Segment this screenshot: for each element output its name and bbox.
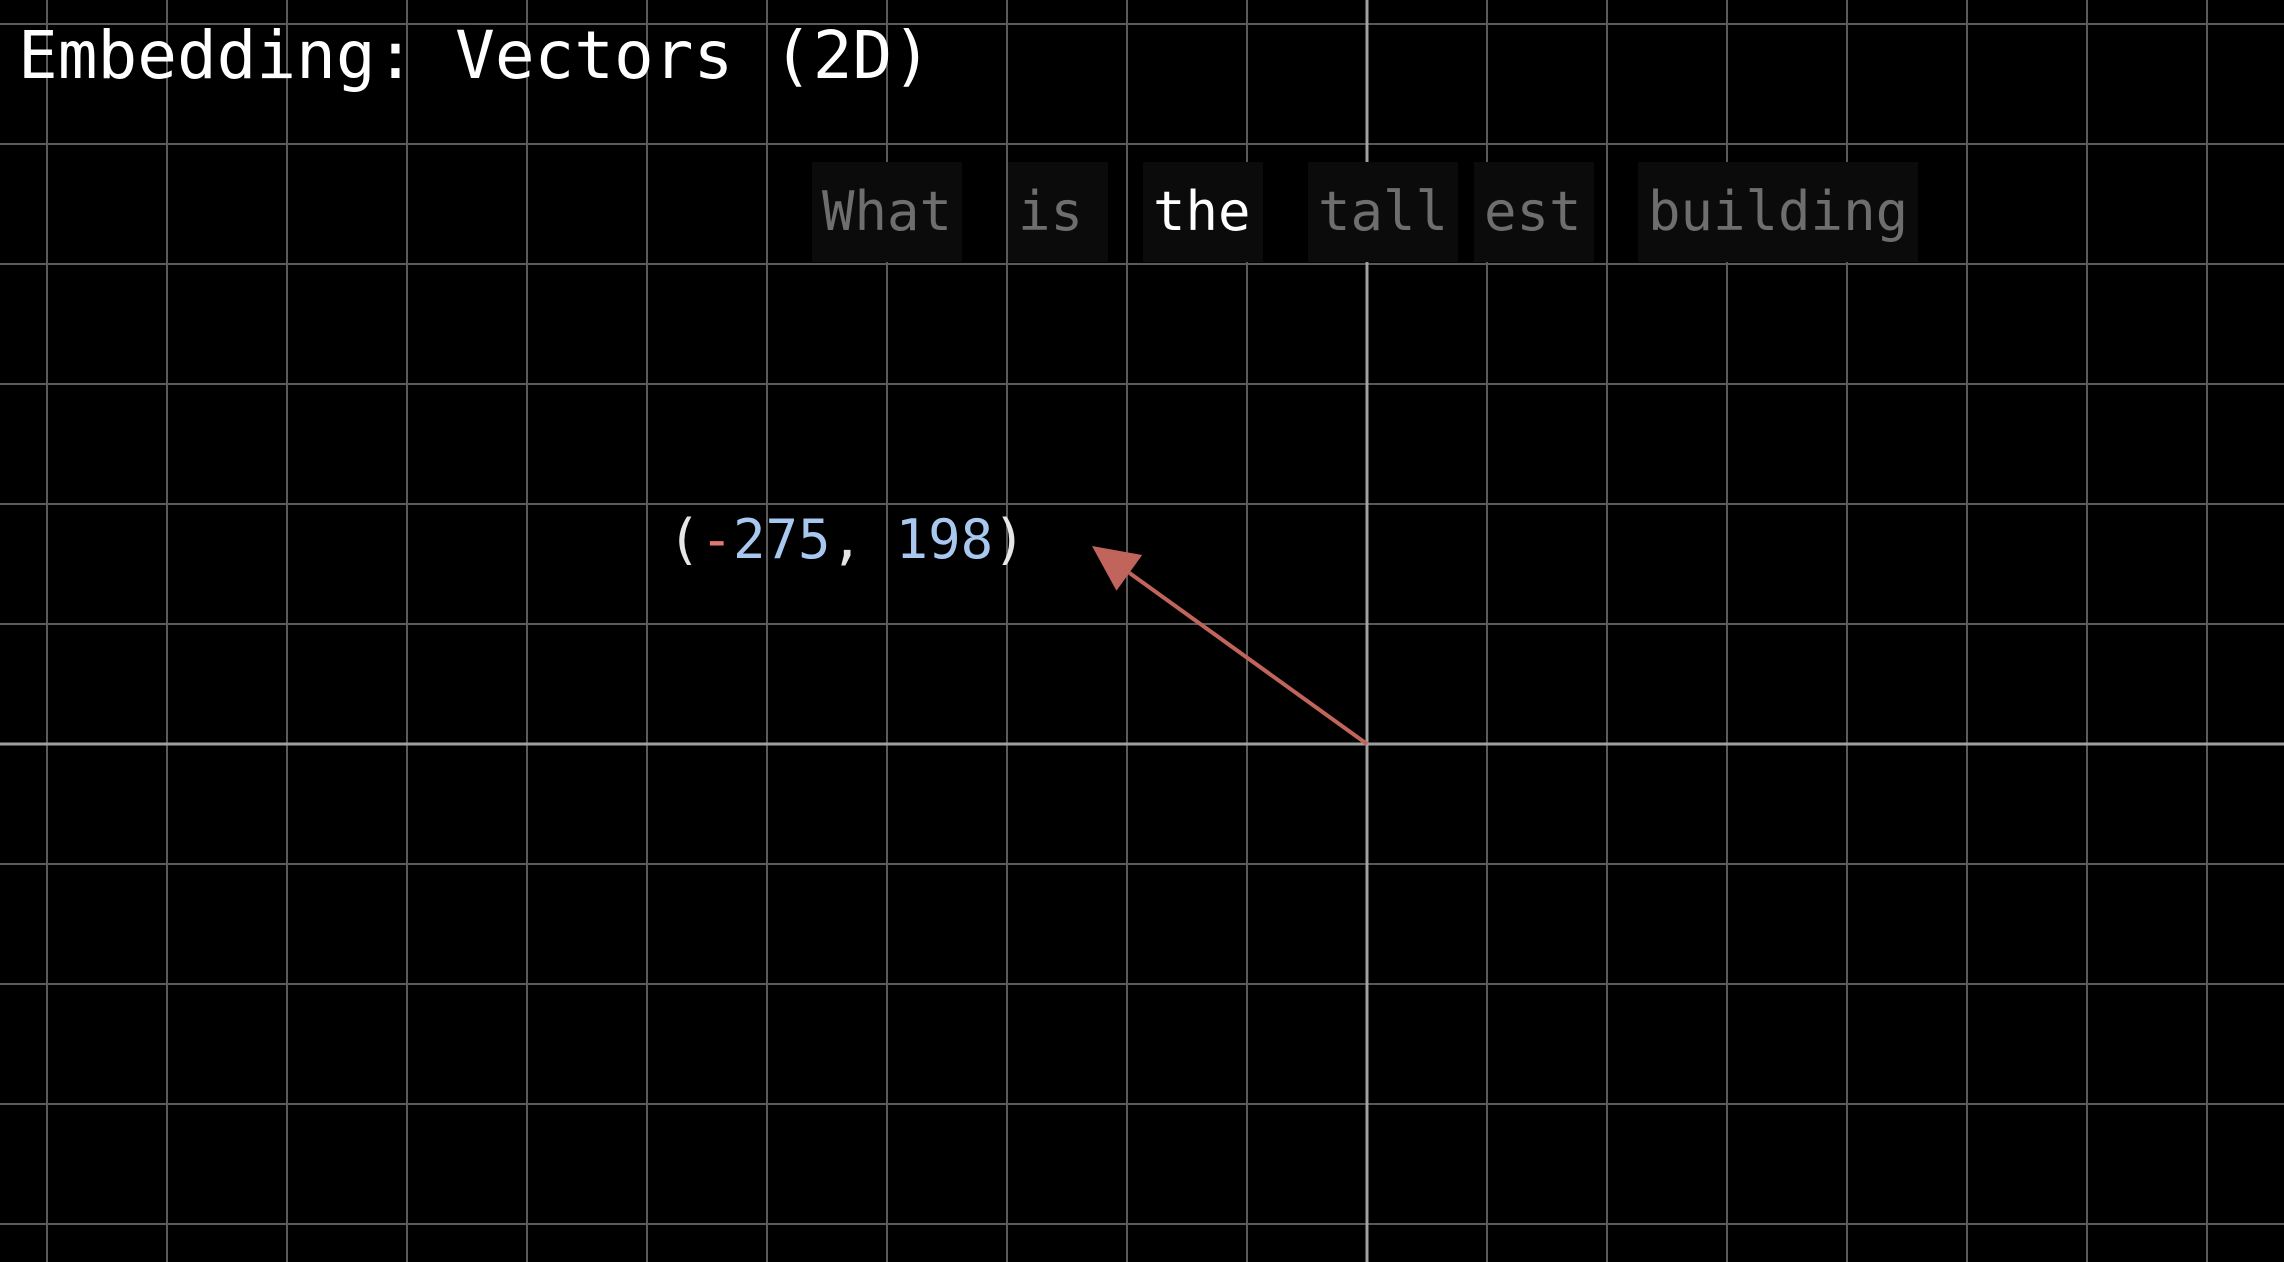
vector-shaft — [1128, 571, 1369, 746]
token-what: What — [812, 162, 962, 262]
vector-coordinates-label: (-275, 198) — [668, 508, 1026, 573]
coord-y-value: 198 — [895, 508, 994, 571]
embedding-canvas: Embedding: Vectors (2D) What is the tall… — [0, 0, 2284, 1262]
coord-x-minus-sign: - — [700, 508, 734, 571]
axes — [0, 0, 2284, 1262]
token-building: building — [1638, 162, 1918, 262]
coord-close-paren: ) — [993, 508, 1026, 571]
vector-arrow — [1092, 546, 1369, 746]
token-the: the — [1143, 162, 1263, 262]
vector-arrowhead — [1092, 546, 1143, 591]
token-est: est — [1474, 162, 1594, 262]
token-tall: tall — [1308, 162, 1458, 262]
token-is: is — [1008, 162, 1108, 262]
coord-open-paren: ( — [668, 508, 701, 571]
page-title: Embedding: Vectors (2D) — [18, 17, 932, 94]
coord-separator: , — [830, 508, 896, 571]
coord-x-value: -275 — [701, 508, 831, 571]
grid-lines — [0, 0, 2284, 1262]
coord-x-digits: 275 — [733, 508, 831, 571]
coordinate-grid — [0, 0, 2284, 1262]
